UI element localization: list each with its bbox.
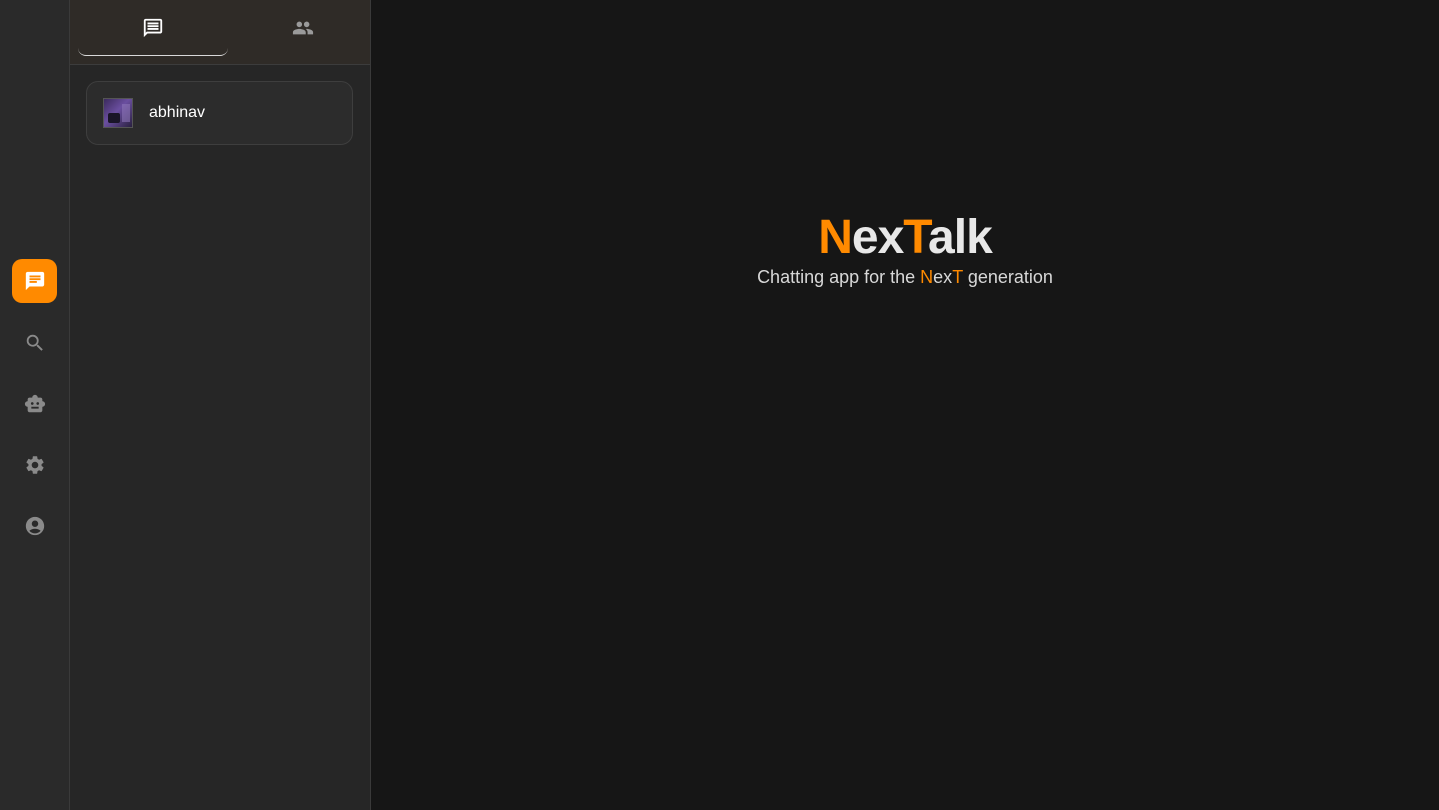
robot-icon: [24, 394, 45, 413]
chat-icon: [25, 271, 44, 291]
rail-bot-button[interactable]: [12, 382, 57, 426]
tagline-letter-n: N: [920, 267, 934, 287]
avatar: [103, 98, 133, 128]
logo-part-alk: alk: [928, 211, 993, 264]
tab-contacts[interactable]: [228, 0, 378, 56]
tagline-letter-t: T: [952, 267, 963, 287]
people-icon: [292, 21, 314, 35]
gear-icon: [25, 456, 44, 474]
logo-letter-n: N: [818, 211, 853, 264]
chat-list-item[interactable]: abhinav: [86, 81, 353, 145]
rail-settings-button[interactable]: [12, 443, 57, 487]
rail-search-button[interactable]: [12, 321, 57, 365]
tagline-prefix: Chatting app for the: [757, 267, 921, 287]
main-area: NexTalk Chatting app for the NexT genera…: [371, 0, 1439, 810]
tagline-part-ex: ex: [933, 267, 953, 287]
tab-chats[interactable]: [78, 0, 228, 56]
search-icon: [26, 334, 43, 351]
tagline-suffix: generation: [962, 267, 1053, 287]
welcome-brand: NexTalk Chatting app for the NexT genera…: [371, 210, 1439, 288]
rail-profile-button[interactable]: [12, 504, 57, 548]
app-logo-title: NexTalk: [371, 210, 1439, 266]
logo-part-ex: ex: [851, 211, 904, 264]
account-circle-icon: [25, 516, 44, 536]
nav-rail: [0, 0, 70, 810]
rail-chats-button[interactable]: [12, 259, 57, 303]
app-tagline: Chatting app for the NexT generation: [371, 266, 1439, 288]
panel-tabs: [70, 0, 370, 65]
app-root: abhinav NexTalk Chatting app for the Nex…: [0, 0, 1439, 810]
chat-list-icon: [143, 18, 163, 37]
logo-letter-t: T: [903, 211, 929, 264]
chat-contact-name: abhinav: [149, 104, 206, 121]
chat-list-panel: abhinav: [70, 0, 371, 810]
